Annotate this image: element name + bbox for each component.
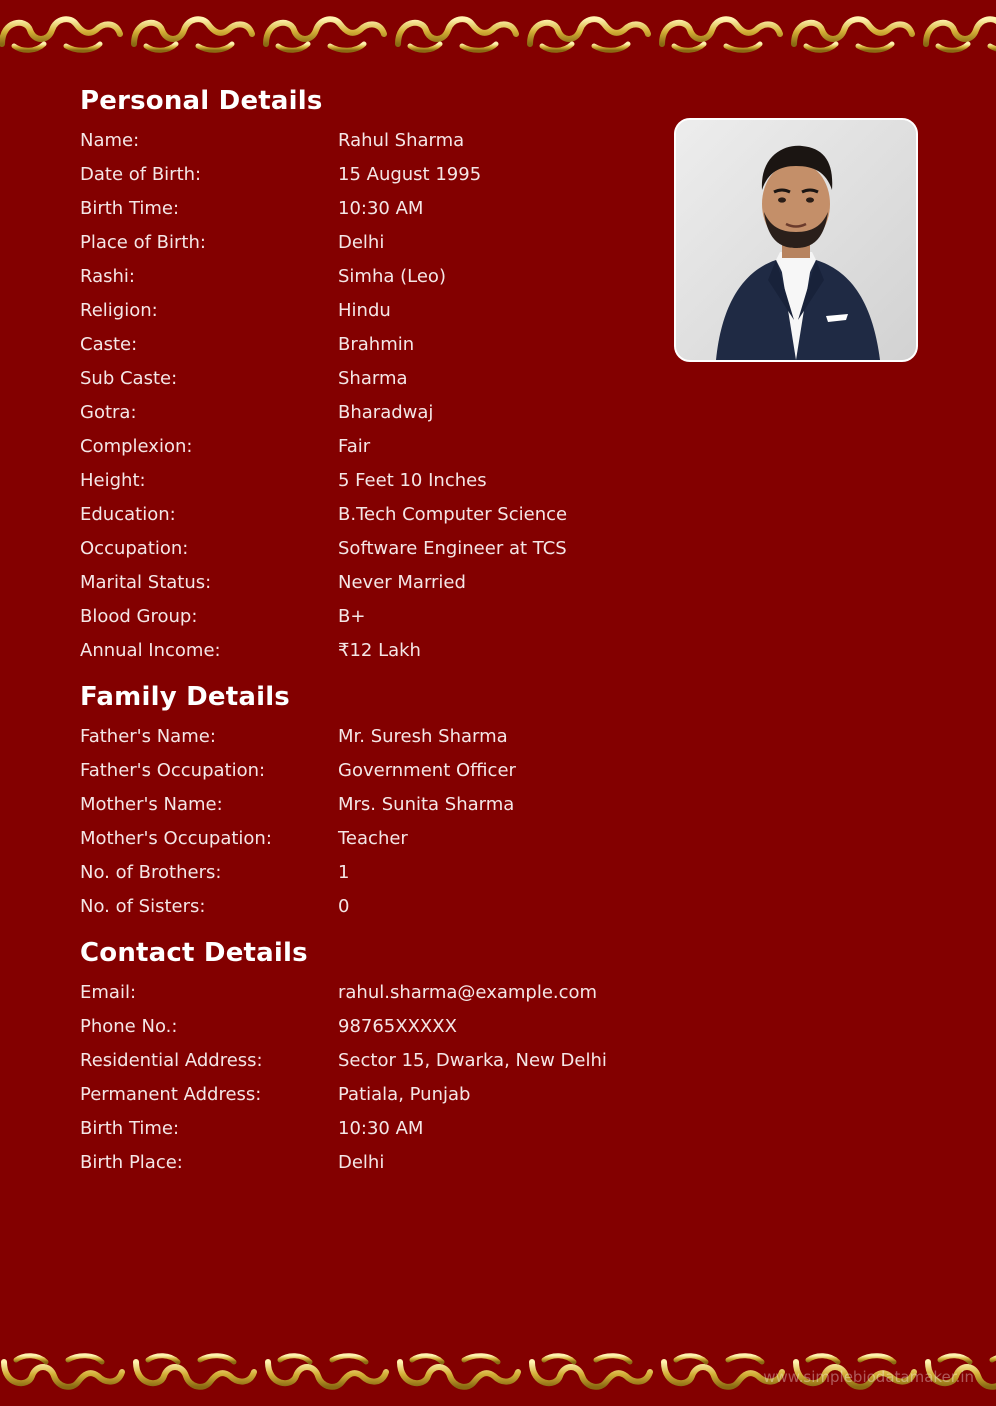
personal-detail-row: Birth Time: 10:30 AM bbox=[80, 192, 680, 226]
detail-value: 1 bbox=[338, 862, 350, 883]
personal-detail-row: Blood Group: B+ bbox=[80, 600, 680, 634]
family-detail-row: No. of Sisters: 0 bbox=[80, 890, 680, 924]
family-detail-row: Mother's Occupation: Teacher bbox=[80, 822, 680, 856]
detail-label: Birth Time: bbox=[80, 198, 180, 219]
detail-label: Annual Income: bbox=[80, 640, 221, 661]
family-details-section: Family Details Father's Name: Mr. Suresh … bbox=[80, 680, 680, 924]
profile-photo bbox=[674, 118, 918, 362]
detail-value: 5 Feet 10 Inches bbox=[338, 470, 487, 491]
personal-detail-row: Date of Birth: 15 August 1995 bbox=[80, 158, 680, 192]
detail-value: 15 August 1995 bbox=[338, 164, 482, 185]
detail-value: B+ bbox=[338, 606, 366, 627]
detail-value: rahul.sharma@example.com bbox=[338, 982, 598, 1003]
detail-value: Mrs. Sunita Sharma bbox=[338, 794, 515, 815]
personal-detail-row: Name: Rahul Sharma bbox=[80, 124, 680, 158]
detail-label: Permanent Address: bbox=[80, 1084, 262, 1105]
detail-label: Occupation: bbox=[80, 538, 189, 559]
detail-label: Height: bbox=[80, 470, 146, 491]
personal-detail-row: Caste: Brahmin bbox=[80, 328, 680, 362]
personal-detail-row: Height: 5 Feet 10 Inches bbox=[80, 464, 680, 498]
detail-value: Rahul Sharma bbox=[338, 130, 465, 151]
detail-label: Blood Group: bbox=[80, 606, 198, 627]
detail-label: Sub Caste: bbox=[80, 368, 178, 389]
detail-value: Delhi bbox=[338, 232, 385, 253]
detail-value: ₹12 Lakh bbox=[338, 640, 421, 661]
detail-value: Hindu bbox=[338, 300, 391, 321]
personal-detail-row: Religion: Hindu bbox=[80, 294, 680, 328]
top-border-motifs bbox=[2, 19, 996, 50]
family-detail-row: Father's Occupation: Government Officer bbox=[80, 754, 680, 788]
detail-label: Caste: bbox=[80, 334, 138, 355]
personal-detail-row: Occupation: Software Engineer at TCS bbox=[80, 532, 680, 566]
family-detail-row: Father's Name: Mr. Suresh Sharma bbox=[80, 720, 680, 754]
detail-value: Delhi bbox=[338, 1152, 385, 1173]
family-details-heading: Family Details bbox=[80, 682, 290, 712]
personal-detail-row: Rashi: Simha (Leo) bbox=[80, 260, 680, 294]
personal-detail-row: Marital Status: Never Married bbox=[80, 566, 680, 600]
detail-value: Patiala, Punjab bbox=[338, 1084, 471, 1105]
detail-value: Sharma bbox=[338, 368, 408, 389]
detail-label: Education: bbox=[80, 504, 176, 525]
family-detail-row: No. of Brothers: 1 bbox=[80, 856, 680, 890]
detail-value: Sector 15, Dwarka, New Delhi bbox=[338, 1050, 607, 1071]
detail-label: Rashi: bbox=[80, 266, 135, 287]
contact-details-rows: Email: rahul.sharma@example.com Phone No.:… bbox=[80, 976, 680, 1180]
contact-detail-row: Phone No.: 98765XXXXX bbox=[80, 1010, 680, 1044]
detail-value: Simha (Leo) bbox=[338, 266, 446, 287]
personal-details-heading: Personal Details bbox=[80, 86, 323, 116]
detail-label: Mother's Name: bbox=[80, 794, 223, 815]
detail-value: 0 bbox=[338, 896, 350, 917]
detail-label: Mother's Occupation: bbox=[80, 828, 272, 849]
contact-detail-row: Permanent Address: Patiala, Punjab bbox=[80, 1078, 680, 1112]
contact-details-heading: Contact Details bbox=[80, 938, 308, 968]
contact-details-section: Contact Details Email: rahul.sharma@examp… bbox=[80, 936, 680, 1180]
detail-label: Religion: bbox=[80, 300, 158, 321]
biodata-content: Personal Details Name: Rahul Sharma Date o… bbox=[80, 84, 680, 1180]
personal-details-rows: Name: Rahul Sharma Date of Birth: 15 August… bbox=[80, 124, 680, 668]
detail-value: Fair bbox=[338, 436, 371, 457]
family-detail-row: Mother's Name: Mrs. Sunita Sharma bbox=[80, 788, 680, 822]
detail-label: Name: bbox=[80, 130, 140, 151]
personal-detail-row: Gotra: Bharadwaj bbox=[80, 396, 680, 430]
watermark-text: www.simplebiodatamaker.in bbox=[763, 1368, 974, 1386]
detail-label: Complexion: bbox=[80, 436, 193, 457]
detail-value: Bharadwaj bbox=[338, 402, 434, 423]
detail-label: Phone No.: bbox=[80, 1016, 178, 1037]
portrait-illustration bbox=[676, 120, 916, 360]
detail-label: Father's Occupation: bbox=[80, 760, 266, 781]
contact-detail-row: Email: rahul.sharma@example.com bbox=[80, 976, 680, 1010]
detail-label: Birth Place: bbox=[80, 1152, 183, 1173]
detail-value: Software Engineer at TCS bbox=[338, 538, 567, 559]
detail-value: 10:30 AM bbox=[338, 198, 424, 219]
detail-label: Place of Birth: bbox=[80, 232, 206, 253]
detail-label: Date of Birth: bbox=[80, 164, 202, 185]
personal-detail-row: Education: B.Tech Computer Science bbox=[80, 498, 680, 532]
detail-label: Birth Time: bbox=[80, 1118, 180, 1139]
personal-detail-row: Sub Caste: Sharma bbox=[80, 362, 680, 396]
personal-details-section: Personal Details Name: Rahul Sharma Date o… bbox=[80, 84, 680, 668]
detail-label: Father's Name: bbox=[80, 726, 216, 747]
detail-value: 98765XXXXX bbox=[338, 1016, 457, 1037]
detail-label: No. of Brothers: bbox=[80, 862, 222, 883]
detail-label: Email: bbox=[80, 982, 137, 1003]
family-details-rows: Father's Name: Mr. Suresh Sharma Father's … bbox=[80, 720, 680, 924]
personal-detail-row: Complexion: Fair bbox=[80, 430, 680, 464]
detail-label: Marital Status: bbox=[80, 572, 212, 593]
top-gold-border bbox=[0, 0, 996, 64]
detail-value: Teacher bbox=[338, 828, 408, 849]
contact-detail-row: Birth Place: Delhi bbox=[80, 1146, 680, 1180]
personal-detail-row: Place of Birth: Delhi bbox=[80, 226, 680, 260]
contact-detail-row: Residential Address: Sector 15, Dwarka, N… bbox=[80, 1044, 680, 1078]
detail-label: No. of Sisters: bbox=[80, 896, 206, 917]
detail-value: Never Married bbox=[338, 572, 466, 593]
detail-label: Residential Address: bbox=[80, 1050, 263, 1071]
detail-value: Brahmin bbox=[338, 334, 415, 355]
detail-value: 10:30 AM bbox=[338, 1118, 424, 1139]
detail-label: Gotra: bbox=[80, 402, 137, 423]
detail-value: B.Tech Computer Science bbox=[338, 504, 568, 525]
personal-detail-row: Annual Income: ₹12 Lakh bbox=[80, 634, 680, 668]
detail-value: Mr. Suresh Sharma bbox=[338, 726, 508, 747]
contact-detail-row: Birth Time: 10:30 AM bbox=[80, 1112, 680, 1146]
detail-value: Government Officer bbox=[338, 760, 516, 781]
